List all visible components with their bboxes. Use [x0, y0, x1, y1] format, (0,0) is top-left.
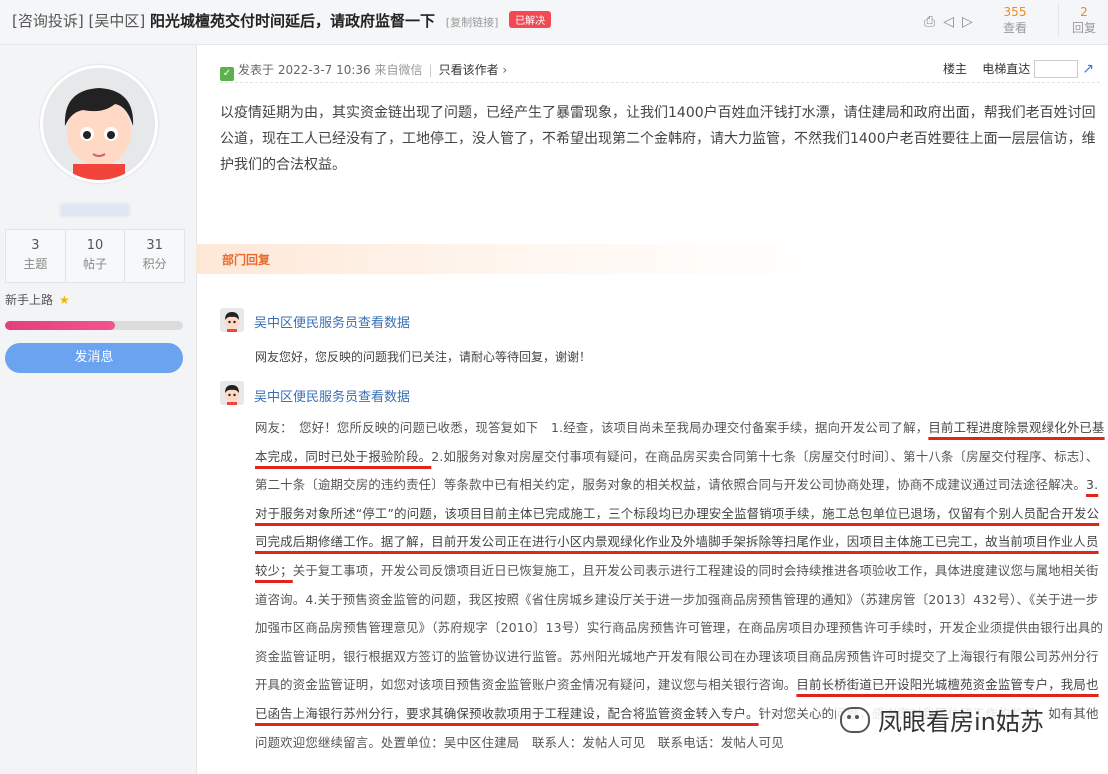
prev-icon[interactable]: ◁ — [943, 14, 962, 30]
stat-value: 3 — [31, 238, 40, 253]
rank-progress-fill — [5, 321, 116, 330]
post-time: 发表于 2022-3-7 10:36 — [238, 63, 371, 77]
views-label: 查看 — [1002, 21, 1027, 35]
thread-title-text: 阳光城檀苑交付时间延后，请政府监督一下 — [150, 12, 436, 30]
floor-label: 楼主 — [942, 62, 967, 76]
thread-title: [咨询投诉] [吴中区] 阳光城檀苑交付时间延后，请政府监督一下 [复制链接] … — [12, 10, 552, 31]
reply-author[interactable]: 吴中区便民服务员查看数据 — [254, 312, 410, 331]
stat-label: 主题 — [23, 257, 48, 271]
rank-label: 新手上路 — [5, 293, 54, 307]
category-tag[interactable]: [咨询投诉] — [12, 12, 84, 30]
avatar[interactable] — [40, 65, 158, 183]
reply-segment: 网友： 您好！您所反映的问题已收悉，现答复如下 1.经查，该项目尚未至我局办理交… — [255, 420, 929, 435]
wechat-icon — [840, 707, 870, 733]
post-meta: ✓ 发表于 2022-3-7 10:36 来自微信 | 只看该作者 › — [220, 61, 507, 81]
jump-label: 电梯直达 — [982, 62, 1031, 76]
go-icon[interactable]: ↗ — [1082, 61, 1094, 77]
stat-label: 积分 — [142, 257, 167, 271]
send-message-button[interactable]: 发消息 — [5, 343, 183, 373]
jump-input[interactable] — [1034, 60, 1079, 78]
post-nav: 楼主 电梯直达 ↗ — [943, 60, 1094, 78]
chevron-right-icon: › — [502, 63, 508, 77]
watermark: 凤眼看房in姑苏 — [836, 702, 1048, 742]
stat-value: 31 — [146, 238, 163, 253]
post-meta-bar: ✓ 发表于 2022-3-7 10:36 来自微信 | 只看该作者 › 楼主 电梯直达… — [220, 58, 1100, 83]
post-source: 来自微信 — [374, 63, 423, 77]
views-value: 355 — [1003, 5, 1027, 19]
next-icon[interactable]: ▷ — [962, 14, 981, 30]
views-count: 355 查看 — [990, 4, 1040, 36]
header-tools: ⎙◁▷ — [924, 14, 981, 30]
thread-header: [咨询投诉] [吴中区] 阳光城檀苑交付时间延后，请政府监督一下 [复制链接] … — [0, 0, 1108, 45]
replies-label: 回复 — [1071, 21, 1096, 35]
username[interactable]: 网友 — [60, 203, 130, 217]
star-icon: ★ — [59, 293, 70, 307]
avatar[interactable] — [220, 381, 244, 405]
dept-reply-label: 部门回复 — [222, 253, 271, 267]
stat-points[interactable]: 31 积分 — [125, 230, 184, 282]
district-tag[interactable]: [吴中区] — [89, 12, 146, 30]
meta-divider: | — [428, 63, 433, 77]
stat-posts[interactable]: 10 帖子 — [66, 230, 126, 282]
dept-reply-header: 部门回复 — [196, 244, 1100, 274]
watermark-text: 凤眼看房in姑苏 — [878, 708, 1044, 736]
verified-icon: ✓ — [220, 67, 234, 81]
replies-count: 2 回复 — [1058, 4, 1108, 36]
user-stats: 3 主题 10 帖子 31 积分 — [5, 229, 185, 283]
author-sidebar: 网友 3 主题 10 帖子 31 积分 新手上路 ★ 发消息 — [0, 45, 197, 774]
copy-link[interactable]: [复制链接] — [446, 16, 499, 29]
post-body: 以疫情延期为由，其实资金链出现了问题，已经产生了暴雷现象，让我们1400户百姓血… — [220, 105, 1096, 173]
stat-value: 10 — [86, 238, 104, 253]
reply-text: 网友您好，您反映的问题我们已关注，请耐心等待回复，谢谢！ — [255, 350, 592, 364]
stat-threads[interactable]: 3 主题 — [6, 230, 66, 282]
avatar[interactable] — [220, 308, 244, 332]
stat-label: 帖子 — [83, 257, 108, 271]
reply-author[interactable]: 吴中区便民服务员查看数据 — [254, 386, 410, 405]
status-badge: 已解决 — [509, 11, 552, 28]
replies-value: 2 — [1080, 5, 1088, 19]
user-rank: 新手上路 ★ — [5, 291, 70, 308]
author-only-link[interactable]: 只看该作者 — [439, 63, 499, 77]
reply-segment: 处置单位：吴中区住建局 联系人：发帖人可见 联系电话：发帖人可见 — [380, 734, 784, 750]
rank-progress — [5, 321, 183, 330]
print-icon[interactable]: ⎙ — [924, 14, 943, 30]
